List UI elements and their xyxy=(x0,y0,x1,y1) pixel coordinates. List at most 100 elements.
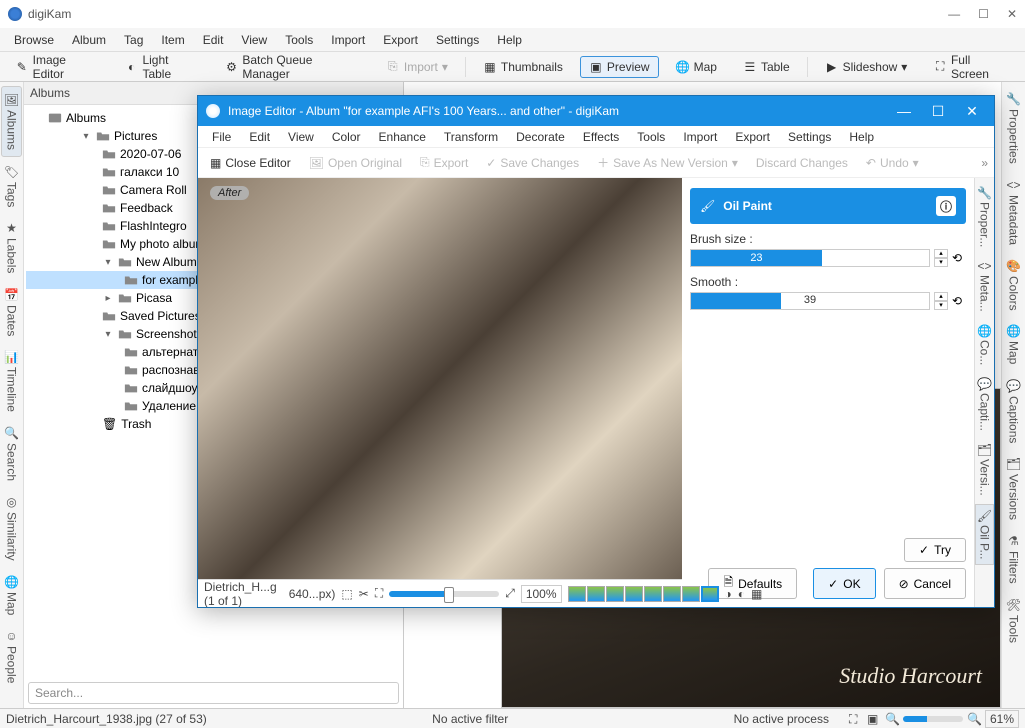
zoom-100-icon[interactable]: ▣ xyxy=(867,712,881,726)
editor-menu-file[interactable]: File xyxy=(204,128,239,146)
menu-tag[interactable]: Tag xyxy=(116,30,151,50)
brush-size-spinner[interactable]: ▴▾ xyxy=(934,249,948,267)
maximize-button[interactable]: ☐ xyxy=(978,7,989,21)
editor-zoom-value[interactable]: 100% xyxy=(521,585,562,603)
tab-tools[interactable]: 🛠Tools xyxy=(1004,592,1023,649)
try-button[interactable]: ✓Try xyxy=(904,538,966,562)
editor-menu-export[interactable]: Export xyxy=(727,128,778,146)
minimize-button[interactable]: — xyxy=(948,7,960,21)
smooth-spinner[interactable]: ▴▾ xyxy=(934,292,948,310)
editor-export-button[interactable]: ⎘Export xyxy=(414,152,474,173)
preview-mode-thumb[interactable] xyxy=(682,586,700,602)
zoom-in-icon[interactable]: 🔍 xyxy=(967,712,981,726)
editor-menu-edit[interactable]: Edit xyxy=(241,128,278,146)
save-changes-button[interactable]: ✓Save Changes xyxy=(480,153,585,173)
menu-import[interactable]: Import xyxy=(323,30,373,50)
exposure-over-icon[interactable]: ◑ xyxy=(725,587,732,601)
brush-size-slider[interactable]: 23 xyxy=(690,249,930,267)
editor-zoom-slider[interactable] xyxy=(389,591,499,597)
preview-mode-thumb[interactable] xyxy=(606,586,624,602)
album-search-input[interactable]: Search... xyxy=(28,682,399,704)
menu-browse[interactable]: Browse xyxy=(6,30,62,50)
editor-menu-view[interactable]: View xyxy=(280,128,322,146)
editor-tab-oil-paint[interactable]: 🖌Oil P... xyxy=(975,504,994,564)
import-button[interactable]: ⎘Import▾ xyxy=(377,56,457,78)
editor-menu-effects[interactable]: Effects xyxy=(575,128,627,146)
tab-properties[interactable]: 🔧Properties xyxy=(1004,86,1023,170)
editor-tab-metadata[interactable]: <>Meta... xyxy=(976,255,992,316)
tab-people[interactable]: ☺People xyxy=(3,623,21,689)
editor-maximize-button[interactable]: ☐ xyxy=(924,103,952,120)
editor-photo-preview[interactable]: After xyxy=(198,178,682,579)
smooth-slider[interactable]: 39 xyxy=(690,292,930,310)
menu-tools[interactable]: Tools xyxy=(277,30,321,50)
tab-map[interactable]: 🌐Map xyxy=(2,569,21,621)
save-as-new-button[interactable]: ＋Save As New Version▾ xyxy=(591,151,744,174)
menu-help[interactable]: Help xyxy=(489,30,530,50)
close-button[interactable]: ✕ xyxy=(1007,7,1017,21)
tab-search[interactable]: 🔍Search xyxy=(2,420,21,487)
tab-dates[interactable]: 📅Dates xyxy=(2,282,21,342)
tab-captions[interactable]: 💬Captions xyxy=(1004,373,1023,449)
colorspace-icon[interactable]: ▦ xyxy=(751,587,762,601)
tab-similarity[interactable]: ◎Similarity xyxy=(3,489,21,567)
collapse-icon[interactable]: ▾ xyxy=(80,131,92,142)
tab-metadata[interactable]: <>Metadata xyxy=(1004,172,1022,251)
tab-map-right[interactable]: 🌐Map xyxy=(1004,318,1023,370)
ok-button[interactable]: ✓OK xyxy=(813,568,875,599)
discard-changes-button[interactable]: Discard Changes xyxy=(750,153,854,173)
smooth-reset-icon[interactable]: ⟲ xyxy=(952,294,966,308)
thumbnails-button[interactable]: ▦Thumbnails xyxy=(474,56,572,78)
batch-queue-button[interactable]: ⚙Batch Queue Manager xyxy=(216,49,369,85)
tab-filters[interactable]: ⚗Filters xyxy=(1005,528,1023,590)
preview-mode-thumb[interactable] xyxy=(644,586,662,602)
menu-album[interactable]: Album xyxy=(64,30,114,50)
exposure-under-icon[interactable]: ◐ xyxy=(738,587,745,601)
image-editor-button[interactable]: ✎Image Editor xyxy=(6,49,108,85)
editor-tab-colors[interactable]: 🌐Co... xyxy=(976,320,993,369)
light-table-button[interactable]: ◐Light Table xyxy=(116,49,208,85)
preview-mode-thumb[interactable] xyxy=(568,586,586,602)
editor-menu-enhance[interactable]: Enhance xyxy=(371,128,434,146)
editor-menu-tools[interactable]: Tools xyxy=(629,128,673,146)
zoom-out-icon[interactable]: 🔍 xyxy=(885,712,899,726)
editor-menu-decorate[interactable]: Decorate xyxy=(508,128,573,146)
menu-export[interactable]: Export xyxy=(375,30,426,50)
map-button[interactable]: 🌐Map xyxy=(667,56,726,78)
tab-timeline[interactable]: 📊Timeline xyxy=(2,344,21,418)
editor-menu-import[interactable]: Import xyxy=(675,128,725,146)
undo-button[interactable]: ↶Undo▾ xyxy=(860,153,925,173)
zoom-fit-icon[interactable]: ⛶ xyxy=(849,712,863,726)
spin-down-icon[interactable]: ▾ xyxy=(934,301,948,310)
expand-icon[interactable]: ▸ xyxy=(102,293,114,304)
editor-tab-versions[interactable]: 🗂Versi... xyxy=(976,439,993,500)
close-editor-button[interactable]: ▦Close Editor xyxy=(204,153,297,173)
table-button[interactable]: ☰Table xyxy=(734,56,799,78)
tab-versions[interactable]: 🗂Versions xyxy=(1004,451,1023,526)
preview-mode-thumb[interactable] xyxy=(625,586,643,602)
editor-menu-color[interactable]: Color xyxy=(324,128,369,146)
menu-edit[interactable]: Edit xyxy=(195,30,232,50)
editor-menu-transform[interactable]: Transform xyxy=(436,128,506,146)
cancel-button[interactable]: ⊘Cancel xyxy=(884,568,966,599)
preview-button[interactable]: ▣Preview xyxy=(580,56,659,78)
zoom-value[interactable]: 61% xyxy=(985,710,1019,728)
spin-up-icon[interactable]: ▴ xyxy=(934,292,948,301)
menu-settings[interactable]: Settings xyxy=(428,30,487,50)
zoom-slider[interactable] xyxy=(903,716,963,722)
spin-up-icon[interactable]: ▴ xyxy=(934,249,948,258)
editor-tab-captions[interactable]: 💬Capti... xyxy=(976,373,993,435)
tab-albums[interactable]: 🖼Albums xyxy=(1,86,22,157)
preview-mode-thumb[interactable] xyxy=(663,586,681,602)
editor-minimize-button[interactable]: — xyxy=(890,103,918,120)
fullscreen-button[interactable]: ⛶Full Screen xyxy=(924,49,1019,85)
editor-close-button[interactable]: ✕ xyxy=(958,103,986,120)
overflow-icon[interactable]: » xyxy=(981,156,988,170)
help-icon[interactable]: ⓘ xyxy=(936,196,956,216)
fit-icon[interactable]: ⛶ xyxy=(375,586,383,601)
tab-colors[interactable]: 🎨Colors xyxy=(1004,253,1023,317)
spin-down-icon[interactable]: ▾ xyxy=(934,258,948,267)
collapse-icon[interactable]: ▾ xyxy=(102,257,114,268)
tab-tags[interactable]: 🏷Tags xyxy=(2,159,21,213)
brush-reset-icon[interactable]: ⟲ xyxy=(952,251,966,265)
